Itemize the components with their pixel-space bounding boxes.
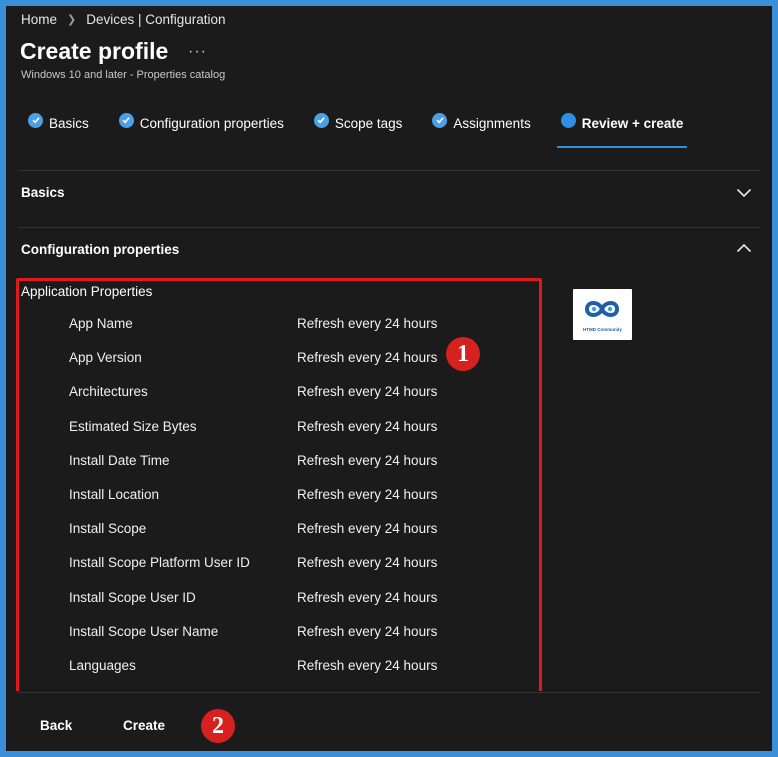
annotation-badge-1: 1 <box>446 337 480 371</box>
step-scope-tags[interactable]: Scope tags <box>313 112 403 134</box>
step-assignments[interactable]: Assignments <box>432 112 531 134</box>
step-label: Basics <box>49 115 89 131</box>
step-basics[interactable]: Basics <box>28 112 89 134</box>
wizard-steps: Basics Configuration properties Scope ta… <box>28 112 713 148</box>
footer-bar <box>6 691 772 751</box>
current-step-icon <box>560 112 576 128</box>
section-configuration-header[interactable]: Configuration properties <box>21 242 179 257</box>
checkmark-icon <box>432 112 448 128</box>
checkmark-icon <box>28 112 43 128</box>
chevron-up-icon[interactable] <box>736 243 752 253</box>
step-label: Scope tags <box>334 115 403 131</box>
step-label: Configuration properties <box>139 115 284 131</box>
breadcrumb-current[interactable]: Devices | Configuration <box>86 12 225 27</box>
breadcrumb-home[interactable]: Home <box>21 12 57 27</box>
page-subtitle: Windows 10 and later - Properties catalo… <box>21 69 226 81</box>
portal-frame: Home ❯ Devices | Configuration Create pr… <box>6 6 772 751</box>
chevron-right-icon: ❯ <box>67 14 77 26</box>
htmd-logo-icon <box>584 301 620 317</box>
step-configuration-properties[interactable]: Configuration properties <box>118 112 284 134</box>
logo-text: HTMD Community <box>583 327 622 332</box>
breadcrumb: Home ❯ Devices | Configuration <box>21 12 226 27</box>
checkmark-icon <box>118 112 134 128</box>
section-basics-header[interactable]: Basics <box>21 185 65 200</box>
checkmark-icon <box>313 112 329 128</box>
divider <box>18 692 760 693</box>
step-review-create[interactable]: Review + create <box>556 112 688 148</box>
divider <box>18 170 760 171</box>
more-options-icon[interactable]: ··· <box>188 43 207 61</box>
step-label: Review + create <box>581 115 684 131</box>
chevron-down-icon[interactable] <box>736 188 752 198</box>
step-label: Assignments <box>453 115 531 131</box>
divider <box>18 227 760 228</box>
htmd-community-logo: HTMD Community <box>573 289 632 340</box>
back-button[interactable]: Back <box>40 718 72 733</box>
page-title: Create profile <box>20 38 169 64</box>
create-button[interactable]: Create <box>123 718 165 733</box>
annotation-badge-2: 2 <box>201 709 235 743</box>
